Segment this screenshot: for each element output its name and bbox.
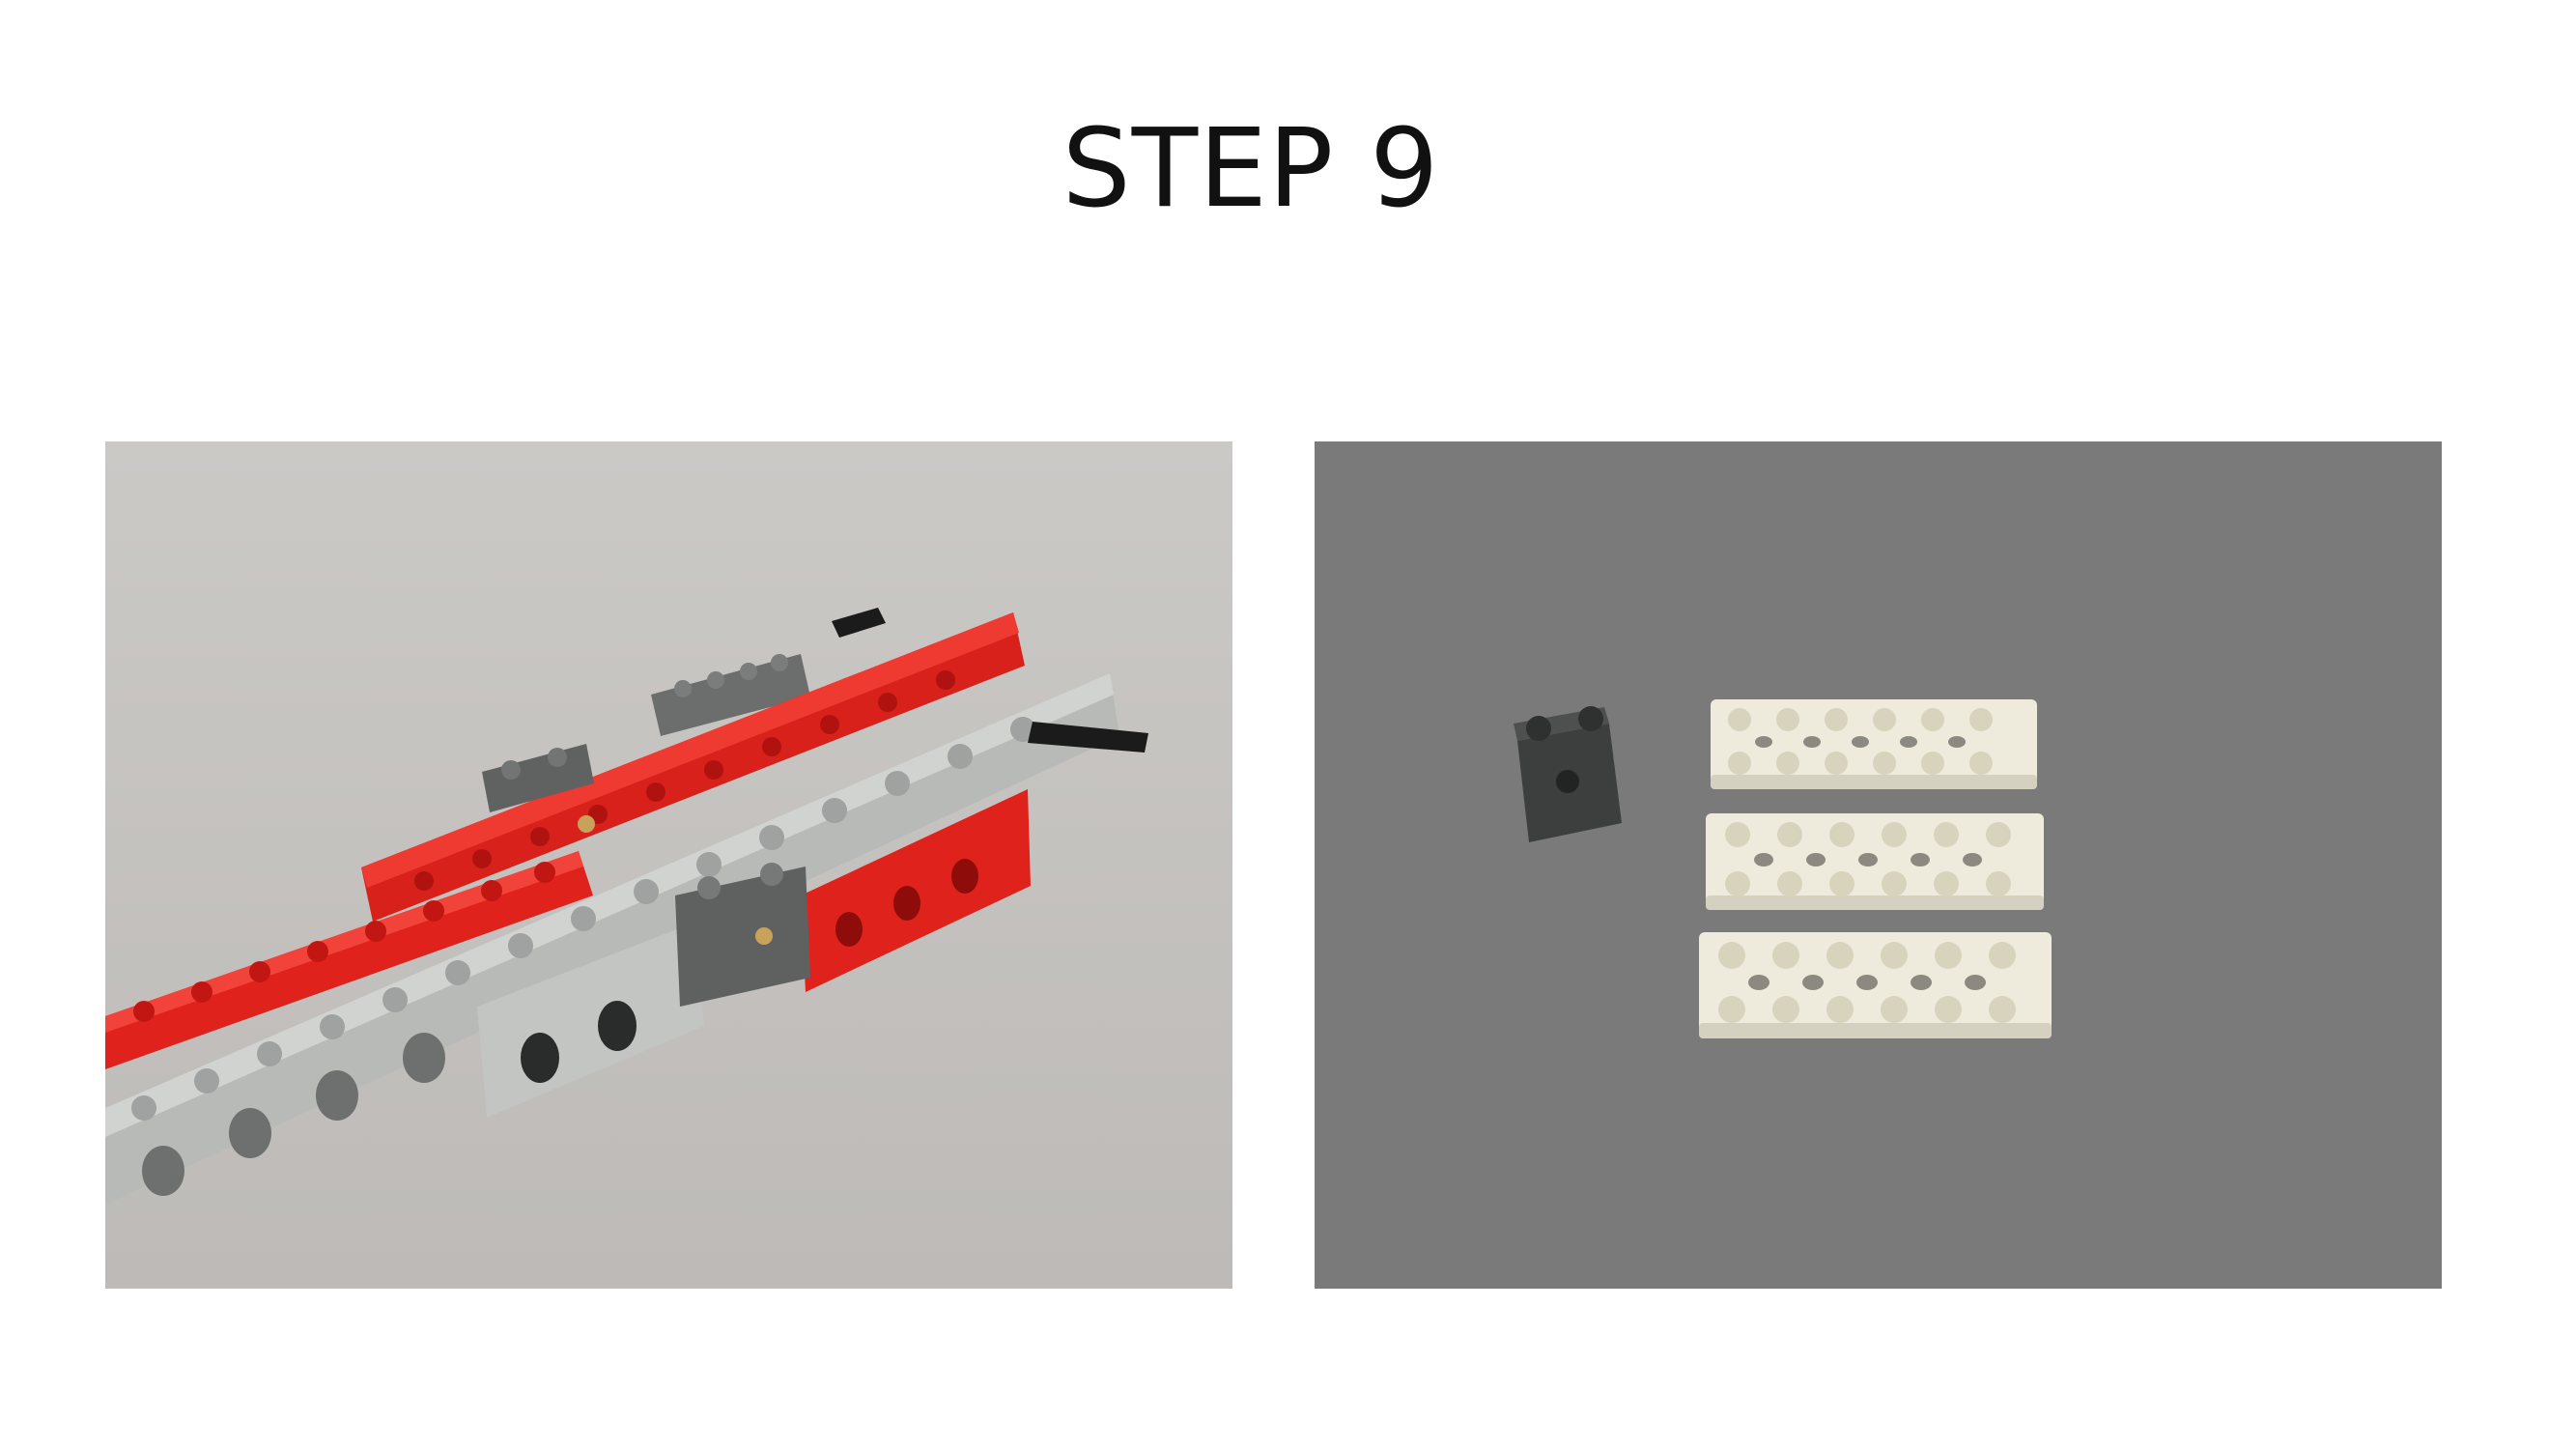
technic-plate-1 — [1711, 699, 2037, 789]
technic-plate-3 — [1699, 932, 2052, 1038]
technic-plate-2 — [1706, 813, 2044, 910]
step-title: STEP 9 — [1062, 106, 1440, 232]
assembly-photo — [105, 441, 1232, 1289]
parts-photo — [1315, 441, 2442, 1289]
dark-technic-brick — [1514, 706, 1622, 842]
